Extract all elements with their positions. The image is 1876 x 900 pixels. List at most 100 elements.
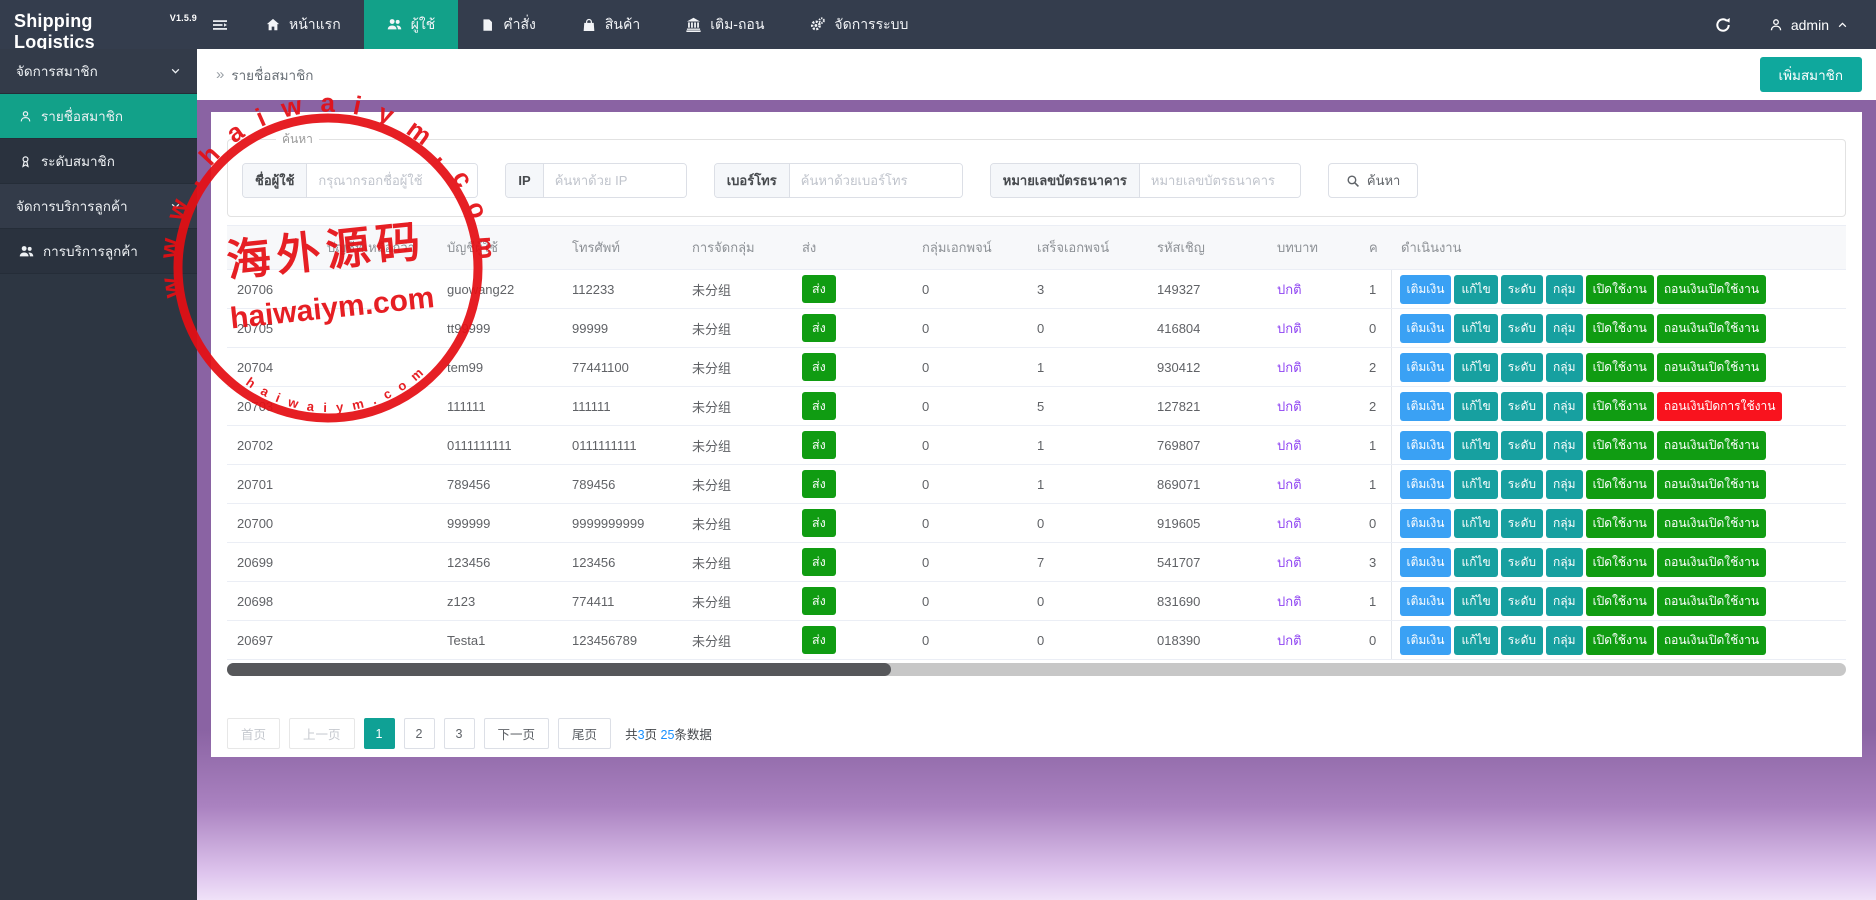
sidebar-item-member-level[interactable]: ระดับสมาชิก bbox=[0, 139, 197, 184]
enable-button[interactable]: เปิดใช้งาน bbox=[1585, 352, 1654, 382]
sidebar-toggle-button[interactable] bbox=[197, 0, 243, 49]
level-button[interactable]: ระดับ bbox=[1500, 625, 1544, 655]
search-button[interactable]: ค้นหา bbox=[1327, 163, 1419, 198]
group-button[interactable]: กลุ่ม bbox=[1546, 469, 1583, 499]
bank-card-filter-input[interactable] bbox=[1139, 164, 1300, 197]
edit-button[interactable]: แก้ไข bbox=[1454, 625, 1498, 655]
group-button[interactable]: กลุ่ม bbox=[1546, 430, 1583, 460]
group-button[interactable]: กลุ่ม bbox=[1546, 625, 1583, 655]
edit-button[interactable]: แก้ไข bbox=[1454, 586, 1498, 616]
send-button[interactable]: ส่ง bbox=[802, 392, 836, 420]
send-button[interactable]: ส่ง bbox=[802, 353, 836, 381]
page-2-button[interactable]: 2 bbox=[403, 718, 435, 749]
member-table: บัญชีที่เหลือกว่า บัญชีผู้ใช้ โทรศัพท์ การจ… bbox=[227, 225, 1846, 660]
sidebar-section-member-management[interactable]: จัดการสมาชิก bbox=[0, 49, 197, 94]
enable-button[interactable]: เปิดใช้งาน bbox=[1585, 274, 1654, 304]
withdraw-toggle-button[interactable]: ถอนเงินเปิดใช้งาน bbox=[1656, 625, 1767, 655]
enable-button[interactable]: เปิดใช้งาน bbox=[1585, 469, 1654, 499]
last-page-button[interactable]: 尾页 bbox=[558, 718, 612, 749]
recharge-button[interactable]: เติมเงิน bbox=[1399, 391, 1452, 421]
edit-button[interactable]: แก้ไข bbox=[1454, 352, 1498, 382]
sidebar-item-customer-service[interactable]: การบริการลูกค้า bbox=[0, 229, 197, 274]
username-filter-input[interactable] bbox=[307, 164, 478, 197]
withdraw-toggle-button[interactable]: ถอนเงินเปิดใช้งาน bbox=[1656, 547, 1767, 577]
enable-button[interactable]: เปิดใช้งาน bbox=[1585, 508, 1654, 538]
group-button[interactable]: กลุ่ม bbox=[1546, 508, 1583, 538]
recharge-button[interactable]: เติมเงิน bbox=[1399, 586, 1452, 616]
add-member-button[interactable]: เพิ่มสมาชิก bbox=[1759, 57, 1862, 92]
recharge-button[interactable]: เติมเงิน bbox=[1399, 625, 1452, 655]
send-button[interactable]: ส่ง bbox=[802, 431, 836, 459]
send-button[interactable]: ส่ง bbox=[802, 314, 836, 342]
send-button[interactable]: ส่ง bbox=[802, 587, 836, 615]
nav-products[interactable]: สินค้า bbox=[559, 0, 663, 49]
nav-users[interactable]: ผู้ใช้ bbox=[363, 0, 459, 49]
withdraw-toggle-button[interactable]: ถอนเงินเปิดใช้งาน bbox=[1656, 469, 1767, 499]
enable-button[interactable]: เปิดใช้งาน bbox=[1585, 391, 1654, 421]
group-button[interactable]: กลุ่ม bbox=[1546, 313, 1583, 343]
edit-button[interactable]: แก้ไข bbox=[1454, 313, 1498, 343]
withdraw-toggle-button[interactable]: ถอนเงินเปิดใช้งาน bbox=[1656, 352, 1767, 382]
nav-orders[interactable]: คำสั่ง bbox=[458, 0, 559, 49]
horizontal-scrollbar[interactable] bbox=[227, 663, 1846, 676]
enable-button[interactable]: เปิดใช้งาน bbox=[1585, 625, 1654, 655]
group-button[interactable]: กลุ่ม bbox=[1546, 547, 1583, 577]
edit-button[interactable]: แก้ไข bbox=[1454, 430, 1498, 460]
enable-button[interactable]: เปิดใช้งาน bbox=[1585, 313, 1654, 343]
level-button[interactable]: ระดับ bbox=[1500, 508, 1544, 538]
sidebar-item-member-list[interactable]: รายชื่อสมาชิก bbox=[0, 94, 197, 139]
send-button[interactable]: ส่ง bbox=[802, 509, 836, 537]
group-button[interactable]: กลุ่ม bbox=[1546, 391, 1583, 421]
withdraw-toggle-button[interactable]: ถอนเงินเปิดใช้งาน bbox=[1656, 274, 1767, 304]
next-page-button[interactable]: 下一页 bbox=[483, 718, 550, 749]
edit-button[interactable]: แก้ไข bbox=[1454, 469, 1498, 499]
withdraw-toggle-button[interactable]: ถอนเงินปิดการใช้งาน bbox=[1656, 391, 1783, 421]
refresh-button[interactable] bbox=[1689, 0, 1757, 49]
user-menu[interactable]: admin bbox=[1757, 0, 1876, 49]
scrollbar-thumb[interactable] bbox=[227, 663, 891, 676]
edit-button[interactable]: แก้ไข bbox=[1454, 391, 1498, 421]
nav-deposit-withdraw[interactable]: เติม-ถอน bbox=[663, 0, 787, 49]
enable-button[interactable]: เปิดใช้งาน bbox=[1585, 430, 1654, 460]
level-button[interactable]: ระดับ bbox=[1500, 274, 1544, 304]
level-button[interactable]: ระดับ bbox=[1500, 391, 1544, 421]
recharge-button[interactable]: เติมเงิน bbox=[1399, 274, 1452, 304]
recharge-button[interactable]: เติมเงิน bbox=[1399, 352, 1452, 382]
level-button[interactable]: ระดับ bbox=[1500, 430, 1544, 460]
ip-filter-input[interactable] bbox=[543, 164, 686, 197]
level-button[interactable]: ระดับ bbox=[1500, 313, 1544, 343]
nav-home[interactable]: หน้าแรก bbox=[243, 0, 364, 49]
recharge-button[interactable]: เติมเงิน bbox=[1399, 547, 1452, 577]
phone-filter-input[interactable] bbox=[789, 164, 962, 197]
sidebar-section-customer-service-management[interactable]: จัดการบริการลูกค้า bbox=[0, 184, 197, 229]
send-button[interactable]: ส่ง bbox=[802, 548, 836, 576]
edit-button[interactable]: แก้ไข bbox=[1454, 547, 1498, 577]
page-1-button[interactable]: 1 bbox=[363, 718, 395, 749]
withdraw-toggle-button[interactable]: ถอนเงินเปิดใช้งาน bbox=[1656, 508, 1767, 538]
recharge-button[interactable]: เติมเงิน bbox=[1399, 469, 1452, 499]
send-button[interactable]: ส่ง bbox=[802, 470, 836, 498]
page-3-button[interactable]: 3 bbox=[443, 718, 475, 749]
edit-button[interactable]: แก้ไข bbox=[1454, 508, 1498, 538]
send-button[interactable]: ส่ง bbox=[802, 626, 836, 654]
level-button[interactable]: ระดับ bbox=[1500, 352, 1544, 382]
recharge-button[interactable]: เติมเงิน bbox=[1399, 313, 1452, 343]
table-header-row: บัญชีที่เหลือกว่า บัญชีผู้ใช้ โทรศัพท์ การจ… bbox=[227, 225, 1846, 270]
recharge-button[interactable]: เติมเงิน bbox=[1399, 430, 1452, 460]
level-button[interactable]: ระดับ bbox=[1500, 547, 1544, 577]
send-button[interactable]: ส่ง bbox=[802, 275, 836, 303]
withdraw-toggle-button[interactable]: ถอนเงินเปิดใช้งาน bbox=[1656, 430, 1767, 460]
recharge-button[interactable]: เติมเงิน bbox=[1399, 508, 1452, 538]
enable-button[interactable]: เปิดใช้งาน bbox=[1585, 586, 1654, 616]
group-button[interactable]: กลุ่ม bbox=[1546, 274, 1583, 304]
withdraw-toggle-button[interactable]: ถอนเงินเปิดใช้งาน bbox=[1656, 313, 1767, 343]
cell-username: 0111111111 bbox=[437, 425, 562, 465]
edit-button[interactable]: แก้ไข bbox=[1454, 274, 1498, 304]
nav-system[interactable]: จัดการระบบ bbox=[787, 0, 931, 49]
withdraw-toggle-button[interactable]: ถอนเงินเปิดใช้งาน bbox=[1656, 586, 1767, 616]
enable-button[interactable]: เปิดใช้งาน bbox=[1585, 547, 1654, 577]
group-button[interactable]: กลุ่ม bbox=[1546, 352, 1583, 382]
level-button[interactable]: ระดับ bbox=[1500, 469, 1544, 499]
level-button[interactable]: ระดับ bbox=[1500, 586, 1544, 616]
group-button[interactable]: กลุ่ม bbox=[1546, 586, 1583, 616]
